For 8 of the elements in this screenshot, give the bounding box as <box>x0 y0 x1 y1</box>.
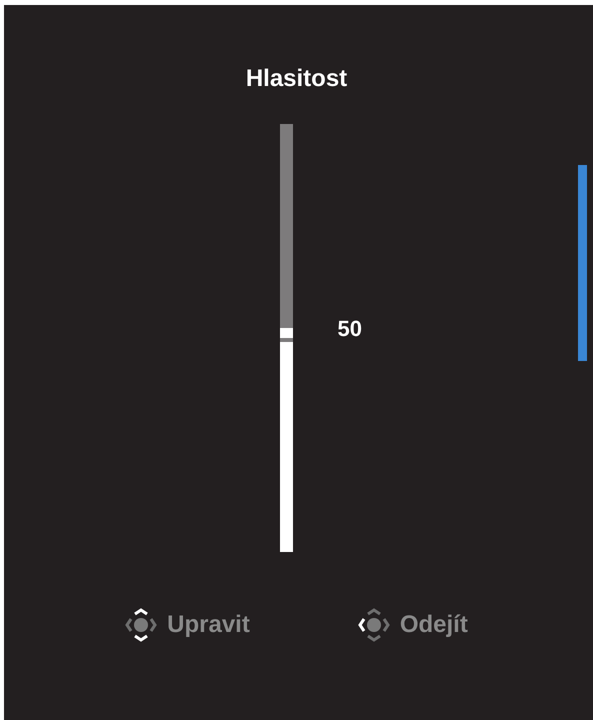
slider-track[interactable] <box>280 124 292 552</box>
title: Hlasitost <box>246 65 348 93</box>
joystick-icon <box>358 608 390 642</box>
hint-label: Odejít <box>400 610 468 640</box>
value-reading: 50 <box>338 314 363 342</box>
slider-thumb[interactable] <box>280 328 292 342</box>
hint-label: Upravit <box>167 610 250 640</box>
joystick-icon <box>125 608 158 642</box>
